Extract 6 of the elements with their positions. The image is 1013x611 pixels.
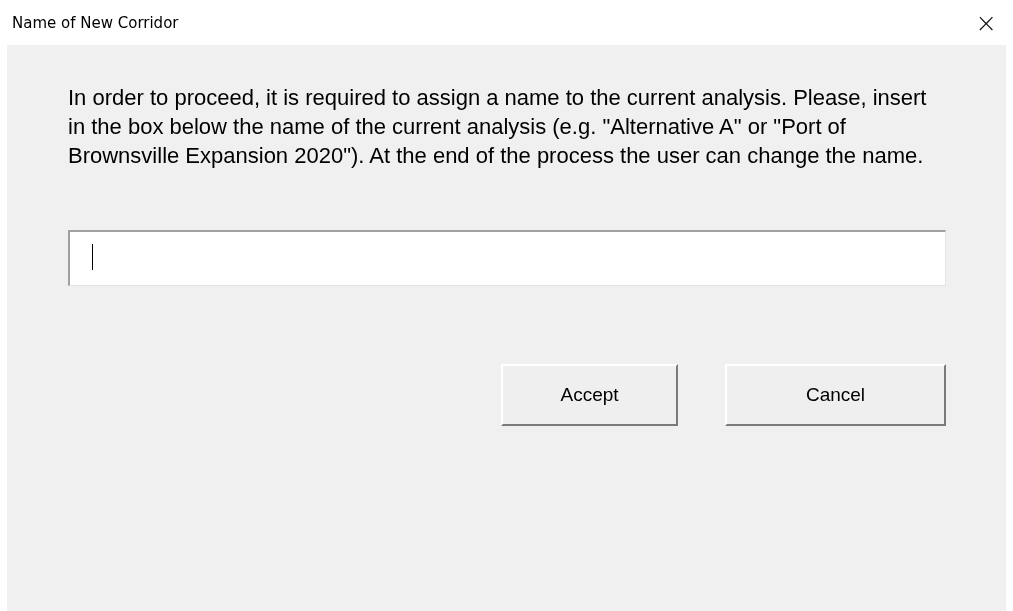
window-title: Name of New Corridor [12, 13, 179, 32]
instruction-text: In order to proceed, it is required to assign a name to the current analysis. Please, insert in the box below the name of the current analysis (e.g. "Alternative A" or "Port of Brownsville Expansion 2020"). At the end of the process the user can change the name. [68, 84, 928, 170]
name-input-field[interactable] [68, 230, 946, 286]
dialog-button[interactable]: Accept [501, 364, 678, 426]
close-button[interactable]: × [969, 7, 1003, 38]
dialog-button[interactable]: Cancel [725, 364, 946, 426]
